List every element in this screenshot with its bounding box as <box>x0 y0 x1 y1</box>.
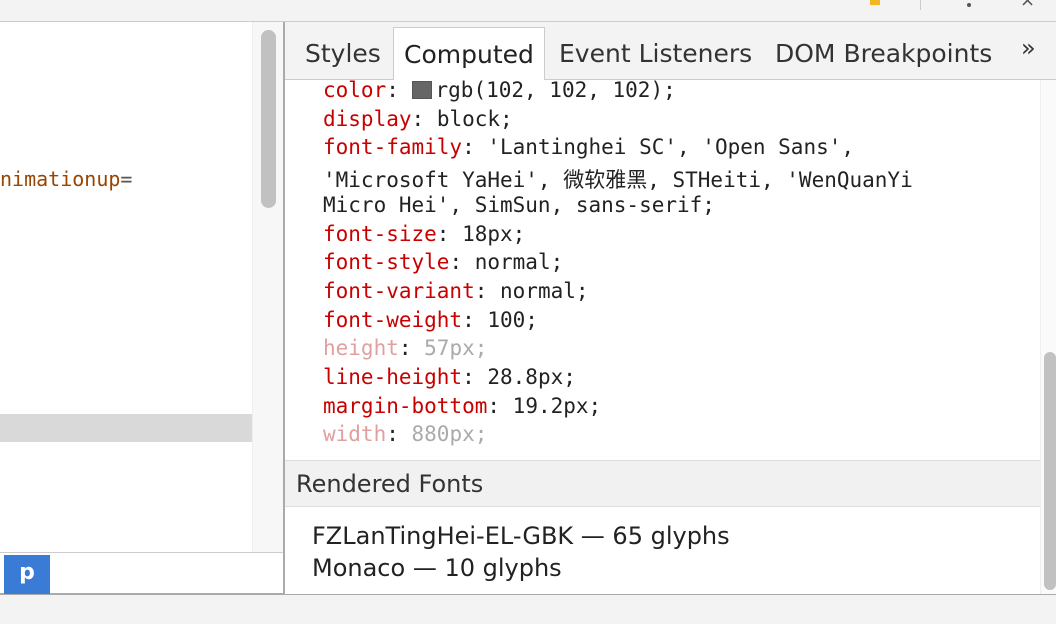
dom-code-line[interactable]: nimationup= <box>0 167 132 191</box>
tab-computed[interactable]: Computed <box>393 27 545 80</box>
elements-scrollbar[interactable] <box>252 22 283 552</box>
more-options-icon[interactable] <box>967 3 971 7</box>
attribute-equals: = <box>120 167 133 191</box>
property-value: 18px; <box>462 221 526 246</box>
property-name: color <box>323 80 387 102</box>
tab-dom-breakpoints[interactable]: DOM Breakpoints <box>765 27 1002 80</box>
close-icon[interactable]: × <box>1020 0 1035 11</box>
sidebar-panel: Styles Computed Event Listeners DOM Brea… <box>285 22 1056 594</box>
breadcrumb: p <box>0 552 283 595</box>
computed-property-row[interactable]: font-weight: 100; <box>323 308 538 332</box>
property-name: font-weight <box>323 307 463 332</box>
sidebar-scrollbar[interactable] <box>1040 80 1056 594</box>
property-name: font-variant <box>323 278 475 303</box>
property-name: display <box>323 106 412 131</box>
property-name: line-height <box>323 365 463 389</box>
computed-property-row[interactable]: line-height: 28.8px; <box>323 365 576 389</box>
property-value: normal; <box>474 250 564 275</box>
tab-styles[interactable]: Styles <box>295 27 391 80</box>
top-toolbar: × <box>0 0 1056 22</box>
property-value: 28.8px; <box>487 365 576 389</box>
property-value: 57px; <box>424 336 488 361</box>
property-value: 'Microsoft YaHei', 微软雅黑, STHeiti, 'WenQu… <box>323 168 913 193</box>
color-swatch[interactable] <box>411 81 432 99</box>
breadcrumb-item-p[interactable]: p <box>4 555 50 595</box>
attribute-name: nimationup <box>0 167 121 191</box>
property-name: margin-bottom <box>323 393 488 418</box>
computed-properties: color: rgb(102, 102, 102); display: block… <box>285 80 1040 460</box>
computed-property-row[interactable]: margin-bottom: 19.2px; <box>323 394 601 418</box>
scrollbar-thumb[interactable] <box>1044 352 1056 590</box>
property-value: 100; <box>487 307 538 332</box>
computed-property-row[interactable]: width: 880px; <box>323 422 487 446</box>
property-name: width <box>323 422 387 447</box>
computed-property-row[interactable]: Micro Hei', SimSun, sans-serif; <box>323 193 715 217</box>
computed-property-row[interactable]: font-family: 'Lantinghei SC', 'Open Sans… <box>323 135 854 159</box>
computed-property-row[interactable]: height: 57px; <box>323 336 487 360</box>
sidebar-tabs: Styles Computed Event Listeners DOM Brea… <box>285 22 1056 80</box>
selected-dom-row[interactable] <box>0 414 252 442</box>
rendered-fonts-header[interactable]: Rendered Fonts <box>285 460 1040 507</box>
computed-property-row[interactable]: font-variant: normal; <box>323 279 589 303</box>
property-value: Micro Hei', SimSun, sans-serif; <box>323 192 715 217</box>
rendered-font-item: Monaco — 10 glyphs <box>312 554 562 582</box>
property-name: font-style <box>323 250 450 275</box>
toolbar-divider <box>920 0 921 10</box>
property-name: height <box>323 336 399 361</box>
computed-property-row[interactable]: display: block; <box>323 107 513 131</box>
property-value: 19.2px; <box>512 393 602 418</box>
scrollbar-thumb[interactable] <box>261 30 276 208</box>
elements-panel: nimationup= <box>0 22 252 552</box>
tab-event-listeners[interactable]: Event Listeners <box>549 27 762 80</box>
more-tabs-icon[interactable]: » <box>1021 34 1036 62</box>
bottom-bar <box>0 594 1056 624</box>
property-value: block; <box>436 106 513 131</box>
property-value: normal; <box>500 278 589 303</box>
property-value: 'Lantinghei SC', 'Open Sans', <box>487 135 855 160</box>
property-name: font-size <box>323 221 437 246</box>
property-value: rgb(102, 102, 102); <box>435 80 676 102</box>
computed-property-row[interactable]: font-style: normal; <box>323 250 563 274</box>
computed-property-row[interactable]: color: rgb(102, 102, 102); <box>323 80 676 102</box>
rendered-font-item: FZLanTingHei-EL-GBK — 65 glyphs <box>312 522 730 550</box>
computed-property-row[interactable]: 'Microsoft YaHei', 微软雅黑, STHeiti, 'WenQu… <box>323 164 913 194</box>
property-name: font-family <box>323 135 463 160</box>
computed-property-row[interactable]: font-size: 18px; <box>323 222 525 246</box>
warning-icon[interactable] <box>870 0 880 5</box>
property-value: 880px; <box>411 422 488 447</box>
